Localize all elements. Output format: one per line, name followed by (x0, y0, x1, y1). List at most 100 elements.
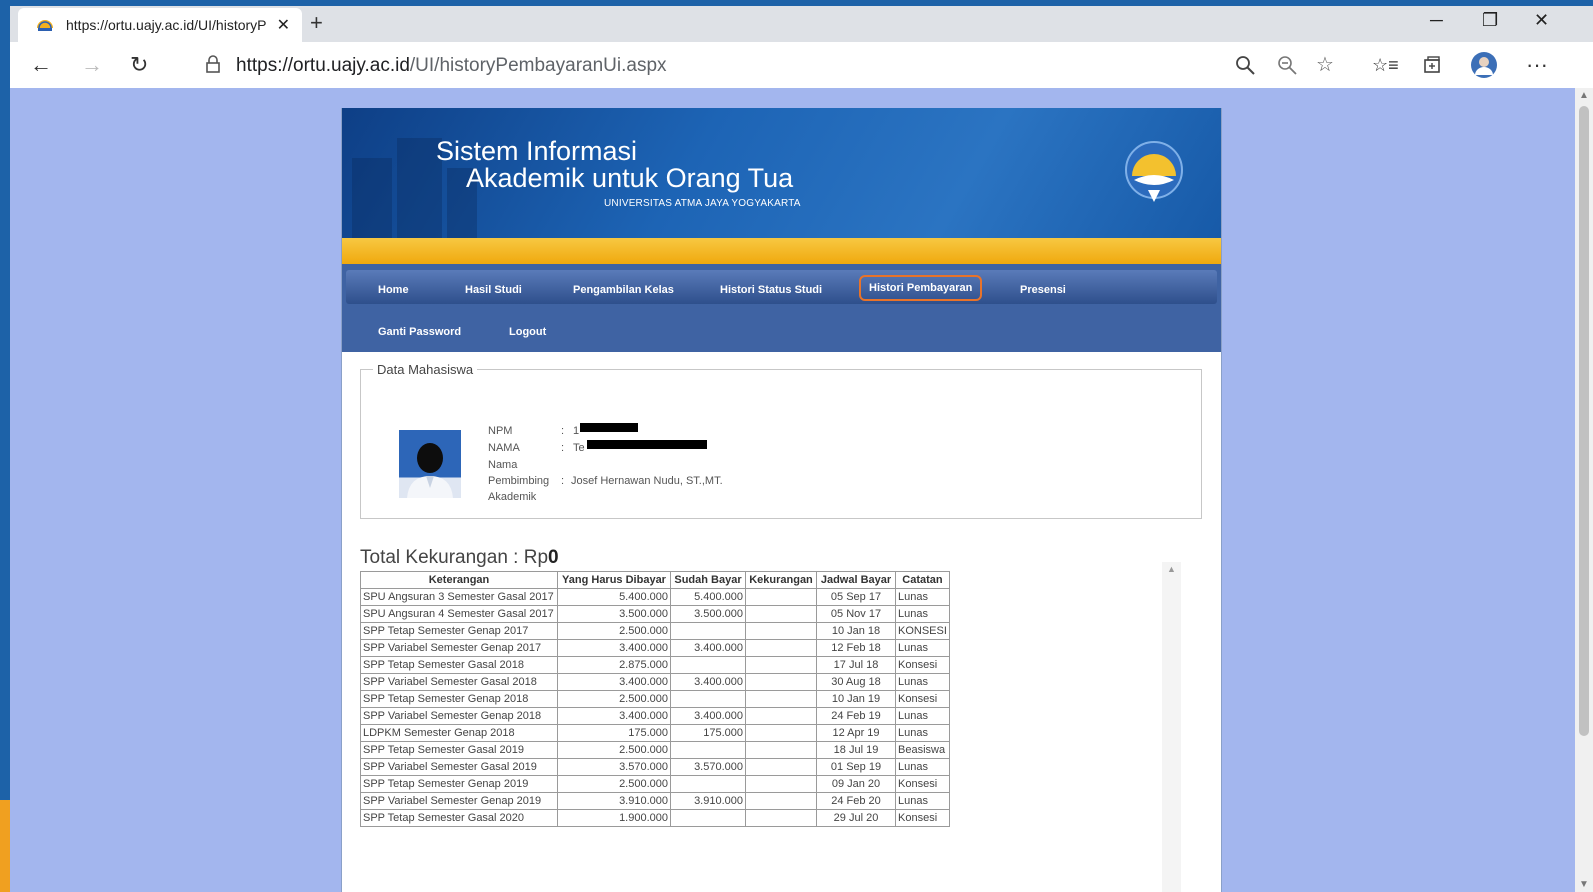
table-cell (745, 656, 817, 674)
table-cell: SPP Variabel Semester Gasal 2019 (360, 758, 558, 776)
table-row: SPU Angsuran 4 Semester Gasal 2017 3.500.… (360, 605, 950, 623)
pembimbing-value: Josef Hernawan Nudu, ST.,MT. (571, 475, 723, 487)
table-cell: 175.000 (557, 724, 671, 742)
restore-button[interactable]: ❐ (1482, 10, 1498, 31)
page-scroll-up-icon[interactable]: ▲ (1579, 90, 1589, 101)
npm-value: 1 (573, 425, 580, 437)
page-scroll-thumb[interactable] (1579, 106, 1589, 736)
table-cell (745, 792, 817, 810)
student-data-legend: Data Mahasiswa (377, 362, 474, 377)
minimize-button[interactable]: ─ (1430, 10, 1443, 31)
menu-pengambilan-kelas[interactable]: Pengambilan Kelas (573, 284, 674, 296)
profile-avatar[interactable] (1470, 51, 1498, 79)
favorite-star-icon[interactable]: ☆ (1316, 52, 1334, 78)
table-cell (745, 758, 817, 776)
table-cell: 3.500.000 (557, 605, 671, 623)
table-cell: 3.910.000 (670, 792, 746, 810)
table-cell: Lunas (895, 639, 950, 657)
table-cell: 01 Sep 19 (816, 758, 896, 776)
zoom-out-icon[interactable] (1276, 54, 1298, 76)
table-row: SPU Angsuran 3 Semester Gasal 2017 5.400.… (360, 588, 950, 606)
table-cell: SPP Variabel Semester Genap 2017 (360, 639, 558, 657)
gold-divider (342, 238, 1221, 264)
table-cell: 10 Jan 18 (816, 622, 896, 640)
more-icon[interactable]: ··· (1526, 52, 1548, 78)
table-cell: Beasiswa (895, 741, 950, 759)
table-cell: 29 Jul 20 (816, 809, 896, 827)
collections-icon[interactable] (1422, 55, 1442, 75)
nama-pembimbing-label-line2: Pembimbing (488, 475, 550, 487)
table-cell (745, 775, 817, 793)
scroll-up-arrow-icon[interactable]: ▲ (1167, 564, 1176, 574)
table-cell: SPP Variabel Semester Genap 2019 (360, 792, 558, 810)
address-bar[interactable]: https://ortu.uajy.ac.id/UI/historyPembay… (200, 48, 1370, 82)
search-icon[interactable] (1234, 54, 1256, 76)
table-row: LDPKM Semester Genap 2018 175.000 175.000 1… (360, 724, 950, 742)
table-cell: Lunas (895, 588, 950, 606)
student-data-panel: Data Mahasiswa NPM : 1 NAMA : Te Nama Pe… (360, 362, 1202, 519)
table-cell: SPP Tetap Semester Genap 2017 (360, 622, 558, 640)
menu-home[interactable]: Home (378, 284, 409, 296)
table-cell: 3.400.000 (557, 707, 671, 725)
university-logo-icon (1125, 141, 1183, 202)
table-cell: KONSESI (895, 622, 950, 640)
nama-pembimbing-label-line3: Akademik (488, 491, 537, 503)
table-cell: 2.500.000 (557, 690, 671, 708)
menu-histori-pembayaran[interactable]: Histori Pembayaran (859, 275, 983, 301)
table-cell: 3.570.000 (557, 758, 671, 776)
table-cell: 05 Nov 17 (816, 605, 896, 623)
nama-separator: : (561, 442, 565, 454)
menu-logout[interactable]: Logout (509, 326, 546, 338)
table-row: SPP Tetap Semester Gasal 2018 2.875.000 17… (360, 656, 950, 674)
payment-history-table: Keterangan Yang Harus Dibayar Sudah Bayar K… (360, 571, 950, 827)
table-cell: 3.400.000 (557, 639, 671, 657)
table-cell: 30 Aug 18 (816, 673, 896, 691)
url-path: /UI/historyPembayaranUi.aspx (409, 55, 667, 76)
table-cell: 05 Sep 17 (816, 588, 896, 606)
tab-strip: https://ortu.uajy.ac.id/UI/historyP ✕ + … (10, 6, 1593, 42)
nama-redaction (587, 440, 707, 449)
page-container: Sistem Informasi Akademik untuk Orang Tu… (341, 108, 1222, 892)
forward-icon[interactable]: → (81, 52, 103, 78)
favorites-list-icon[interactable]: ☆≡ (1372, 52, 1399, 78)
table-cell (745, 741, 817, 759)
total-value: 0 (548, 547, 559, 568)
student-photo-icon (407, 443, 453, 498)
table-cell: SPP Tetap Semester Genap 2019 (360, 775, 558, 793)
page-scroll-down-icon[interactable]: ▼ (1579, 879, 1589, 890)
table-cell (745, 605, 817, 623)
close-tab-icon[interactable]: ✕ (277, 15, 290, 35)
menu-presensi[interactable]: Presensi (1020, 284, 1066, 296)
back-icon[interactable]: ← (30, 52, 52, 78)
menu-histori-status-studi[interactable]: Histori Status Studi (720, 284, 822, 296)
table-cell: Lunas (895, 605, 950, 623)
table-cell (745, 673, 817, 691)
table-cell: 5.400.000 (670, 588, 746, 606)
table-cell: Konsesi (895, 656, 950, 674)
npm-separator: : (561, 425, 565, 437)
browser-toolbar: ← → ↻ https://ortu.uajy.ac.id/UI/history… (10, 42, 1593, 89)
table-cell: 3.910.000 (557, 792, 671, 810)
nama-label: NAMA (488, 442, 520, 454)
site-favicon-icon (37, 20, 53, 31)
browser-tab[interactable]: https://ortu.uajy.ac.id/UI/historyP ✕ (18, 8, 302, 42)
student-photo (399, 430, 461, 498)
menu-hasil-studi[interactable]: Hasil Studi (465, 284, 522, 296)
column-header: Yang Harus Dibayar (557, 571, 671, 589)
table-row: SPP Tetap Semester Genap 2019 2.500.000 09… (360, 775, 950, 793)
close-window-button[interactable]: ✕ (1534, 10, 1549, 31)
page-viewport: Sistem Informasi Akademik untuk Orang Tu… (10, 88, 1593, 892)
refresh-icon[interactable]: ↻ (130, 52, 148, 78)
table-cell: 1.900.000 (557, 809, 671, 827)
table-cell: SPP Variabel Semester Genap 2018 (360, 707, 558, 725)
table-cell: 3.400.000 (670, 673, 746, 691)
menu-ganti-password[interactable]: Ganti Password (378, 326, 461, 338)
column-header: Sudah Bayar (670, 571, 746, 589)
table-cell: 18 Jul 19 (816, 741, 896, 759)
table-cell: Lunas (895, 673, 950, 691)
page-scrollbar[interactable]: ▲ ▼ (1575, 88, 1593, 892)
new-tab-button[interactable]: + (310, 10, 323, 36)
lock-icon (206, 55, 220, 73)
table-scrollbar[interactable]: ▲ (1162, 562, 1181, 892)
table-cell: SPU Angsuran 3 Semester Gasal 2017 (360, 588, 558, 606)
